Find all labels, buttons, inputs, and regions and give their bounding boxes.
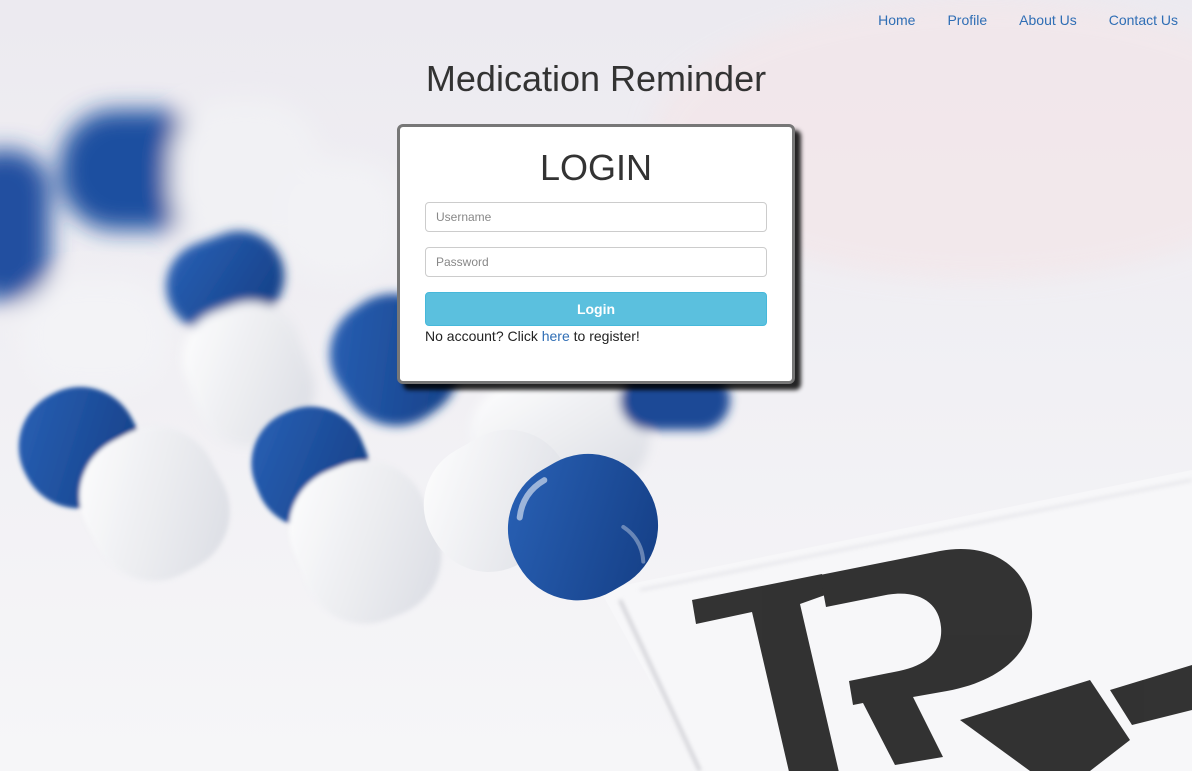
nav-link-contact-us[interactable]: Contact Us: [1077, 11, 1178, 29]
page: Home Profile About Us Contact Us Medicat…: [0, 0, 1192, 771]
top-nav: Home Profile About Us Contact Us: [846, 11, 1178, 29]
password-input[interactable]: [425, 247, 767, 277]
nav-link-about-us[interactable]: About Us: [987, 11, 1077, 29]
username-input[interactable]: [425, 202, 767, 232]
register-link[interactable]: here: [542, 328, 570, 344]
login-title: LOGIN: [539, 147, 653, 188]
login-card: LOGIN Login No account? Click here to re…: [397, 124, 795, 384]
register-suffix-text: to register!: [569, 328, 640, 344]
login-button[interactable]: Login: [425, 292, 767, 326]
nav-link-profile[interactable]: Profile: [915, 11, 987, 29]
page-title: Medication Reminder: [425, 58, 767, 99]
register-prompt: No account? Click here to register!: [425, 328, 640, 344]
background-pills-image: [0, 0, 1192, 771]
register-prefix-text: No account? Click: [425, 328, 542, 344]
nav-link-home[interactable]: Home: [846, 11, 915, 29]
